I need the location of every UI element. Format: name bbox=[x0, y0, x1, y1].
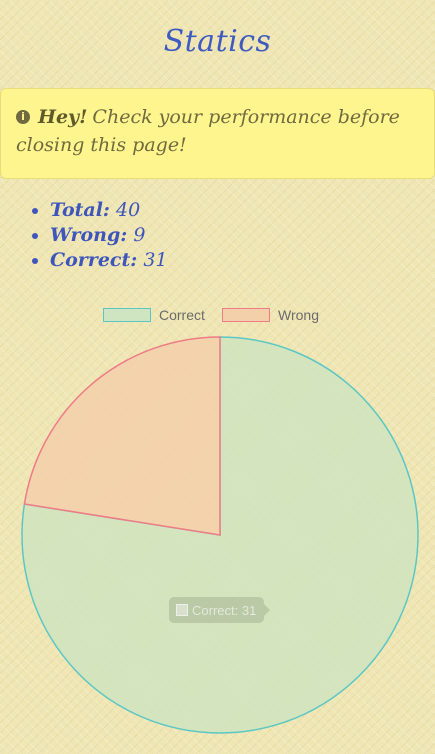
tooltip-text: Correct: 31 bbox=[192, 602, 257, 618]
stat-total: Total: 40 bbox=[50, 198, 168, 223]
legend-label-wrong: Wrong bbox=[278, 307, 319, 323]
stat-wrong-label: Wrong: bbox=[50, 224, 128, 246]
page-title: Statics bbox=[163, 24, 272, 59]
pie-slice-wrong[interactable] bbox=[23, 336, 221, 536]
stat-wrong: Wrong: 9 bbox=[50, 223, 168, 248]
legend-item-correct[interactable]: Correct bbox=[103, 305, 205, 325]
chart-legend: Correct Wrong bbox=[0, 305, 435, 325]
stat-wrong-value: 9 bbox=[133, 224, 146, 246]
pie-chart[interactable] bbox=[0, 330, 435, 740]
stat-total-label: Total: bbox=[50, 199, 110, 221]
stat-correct: Correct: 31 bbox=[50, 248, 168, 273]
stat-total-value: 40 bbox=[116, 199, 141, 221]
info-icon: i bbox=[16, 110, 30, 124]
stat-correct-label: Correct: bbox=[50, 249, 138, 271]
legend-swatch-correct bbox=[103, 308, 151, 322]
legend-swatch-wrong bbox=[222, 308, 270, 322]
alert-strong-text: Hey! bbox=[38, 106, 88, 128]
legend-item-wrong[interactable]: Wrong bbox=[222, 305, 319, 325]
chart-tooltip: Correct: 31 bbox=[169, 597, 271, 623]
stats-list: Total: 40 Wrong: 9 Correct: 31 bbox=[0, 198, 168, 273]
stat-correct-value: 31 bbox=[143, 249, 168, 271]
tooltip-swatch bbox=[176, 604, 188, 616]
legend-label-correct: Correct bbox=[159, 307, 205, 323]
performance-alert: i Hey! Check your performance before closi… bbox=[0, 88, 435, 179]
